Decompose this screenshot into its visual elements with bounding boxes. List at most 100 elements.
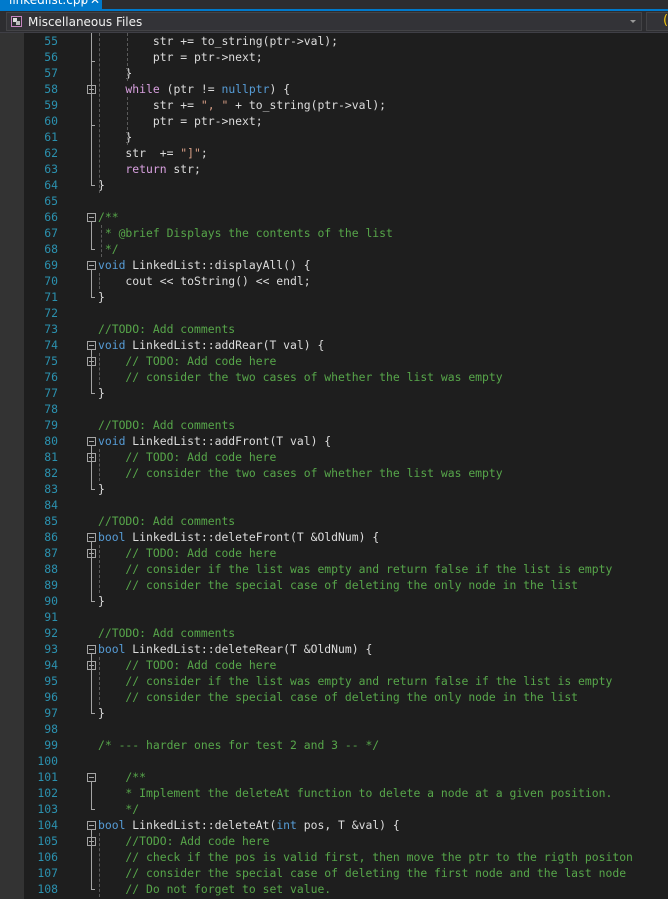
collapse-toggle-icon[interactable]	[87, 645, 96, 654]
code-line[interactable]: 99 /* --- harder ones for test 2 and 3 --…	[0, 737, 668, 753]
code-line[interactable]: 90}	[0, 593, 668, 609]
collapse-toggle-icon[interactable]	[87, 341, 96, 350]
code-token: * @brief Displays the contents of the li…	[98, 226, 393, 240]
line-code: // consider if the list was empty and re…	[98, 673, 612, 689]
line-number: 71	[44, 290, 58, 304]
code-token: void	[98, 338, 126, 352]
collapse-toggle-icon[interactable]	[87, 437, 96, 446]
code-line[interactable]: 73 //TODO: Add comments	[0, 321, 668, 337]
code-line[interactable]: 57 }	[0, 65, 668, 81]
code-line[interactable]: 62 str += "]";	[0, 145, 668, 161]
code-line[interactable]: 83}	[0, 481, 668, 497]
code-line[interactable]: 72	[0, 305, 668, 321]
code-line[interactable]: 77}	[0, 385, 668, 401]
code-line[interactable]: 97}	[0, 705, 668, 721]
line-number: 63	[44, 162, 58, 176]
code-token: /**	[98, 770, 147, 784]
collapse-toggle-icon[interactable]	[87, 213, 96, 222]
code-token: LinkedList::deleteRear(T &OldNum) {	[125, 642, 373, 656]
code-line[interactable]: 107 // consider the special case of dele…	[0, 865, 668, 881]
code-token: // TODO: Add code here	[98, 450, 277, 464]
code-token: //TODO: Add comments	[98, 514, 236, 528]
code-line[interactable]: 69 void LinkedList::displayAll() {	[0, 257, 668, 273]
indent-guide	[127, 33, 128, 81]
line-code: }	[98, 593, 105, 609]
code-line[interactable]: 61 }	[0, 129, 668, 145]
code-line[interactable]: 96 // consider the special case of delet…	[0, 689, 668, 705]
code-line[interactable]: 95 // consider if the list was empty and…	[0, 673, 668, 689]
line-number: 102	[37, 786, 58, 800]
document-tab[interactable]: linkedlist.cpp ⊣ ✕	[0, 0, 102, 9]
collapse-toggle-icon[interactable]	[87, 773, 96, 782]
line-number: 74	[44, 338, 58, 352]
code-line[interactable]: 101 /**	[0, 769, 668, 785]
line-number: 86	[44, 530, 58, 544]
pin-icon[interactable]: ⊣	[75, 0, 85, 7]
collapse-toggle-icon[interactable]	[87, 261, 96, 270]
code-line[interactable]: 105 //TODO: Add code here	[0, 833, 668, 849]
code-editor[interactable]: 55 str += to_string(ptr->val); 56 ptr = p…	[0, 33, 668, 899]
code-line[interactable]: 60 ptr = ptr->next;	[0, 113, 668, 129]
code-line[interactable]: 86 bool LinkedList::deleteFront(T &OldNum…	[0, 529, 668, 545]
code-line[interactable]: 88 // consider if the list was empty and…	[0, 561, 668, 577]
line-code: }	[98, 385, 105, 401]
code-line[interactable]: 76 // consider the two cases of whether …	[0, 369, 668, 385]
code-line[interactable]: 81 // TODO: Add code here	[0, 449, 668, 465]
code-line[interactable]: 108 // Do not forget to set value.	[0, 881, 668, 897]
scope-dropdown[interactable]: (	[646, 12, 668, 31]
line-number: 108	[37, 882, 58, 896]
code-line[interactable]: 74 void LinkedList::addRear(T val) {	[0, 337, 668, 353]
code-token: return	[98, 162, 167, 176]
code-line[interactable]: 78	[0, 401, 668, 417]
collapse-toggle-icon[interactable]	[87, 533, 96, 542]
code-line[interactable]: 93 bool LinkedList::deleteRear(T &OldNum)…	[0, 641, 668, 657]
code-line[interactable]: 82 // consider the two cases of whether …	[0, 465, 668, 481]
outline-bracket-end	[91, 809, 95, 810]
code-line[interactable]: 66 /**	[0, 209, 668, 225]
line-code: //TODO: Add comments	[98, 321, 235, 337]
code-line[interactable]: 59 str += ", " + to_string(ptr->val);	[0, 97, 668, 113]
code-line[interactable]: 85 //TODO: Add comments	[0, 513, 668, 529]
line-number: 88	[44, 562, 58, 576]
code-line[interactable]: 91	[0, 609, 668, 625]
code-line[interactable]: 100	[0, 753, 668, 769]
code-line[interactable]: 87 // TODO: Add code here	[0, 545, 668, 561]
code-line[interactable]: 71}	[0, 289, 668, 305]
line-code: cout << toString() << endl;	[98, 273, 310, 289]
code-line[interactable]: 65	[0, 193, 668, 209]
code-line[interactable]: 94 // TODO: Add code here	[0, 657, 668, 673]
code-line[interactable]: 56 ptr = ptr->next;	[0, 49, 668, 65]
code-line[interactable]: 92 //TODO: Add comments	[0, 625, 668, 641]
code-line[interactable]: 64}	[0, 177, 668, 193]
line-number: 87	[44, 546, 58, 560]
code-line[interactable]: 102 * Implement the deleteAt function to…	[0, 785, 668, 801]
line-number: 85	[44, 514, 58, 528]
code-line[interactable]: 63 return str;	[0, 161, 668, 177]
collapse-toggle-icon[interactable]	[87, 821, 96, 830]
line-number: 59	[44, 98, 58, 112]
line-number: 97	[44, 706, 58, 720]
code-line[interactable]: 106 // check if the pos is valid first, …	[0, 849, 668, 865]
line-number: 103	[37, 802, 58, 816]
code-line[interactable]: 89 // consider the special case of delet…	[0, 577, 668, 593]
code-line[interactable]: 103 */	[0, 801, 668, 817]
code-line[interactable]: 84	[0, 497, 668, 513]
line-number: 65	[44, 194, 58, 208]
project-dropdown[interactable]: Miscellaneous Files	[6, 12, 642, 31]
line-number: 56	[44, 50, 58, 64]
code-line[interactable]: 104 bool LinkedList::deleteAt(int pos, T …	[0, 817, 668, 833]
line-code: str += to_string(ptr->val);	[98, 33, 338, 49]
close-icon[interactable]: ✕	[90, 0, 100, 7]
code-line[interactable]: 70 cout << toString() << endl;	[0, 273, 668, 289]
code-line[interactable]: 80 void LinkedList::addFront(T val) {	[0, 433, 668, 449]
code-line[interactable]: 79 //TODO: Add comments	[0, 417, 668, 433]
line-code: bool LinkedList::deleteAt(int pos, T &va…	[98, 817, 400, 833]
code-line[interactable]: 58 while (ptr != nullptr) {	[0, 81, 668, 97]
line-code: // TODO: Add code here	[98, 449, 276, 465]
chevron-down-icon[interactable]	[630, 20, 636, 23]
code-line[interactable]: 75 // TODO: Add code here	[0, 353, 668, 369]
code-line[interactable]: 98	[0, 721, 668, 737]
outline-bracket-end	[91, 393, 95, 394]
code-token: // consider the two cases of whether the…	[98, 370, 503, 384]
code-line[interactable]: 55 str += to_string(ptr->val);	[0, 33, 668, 49]
